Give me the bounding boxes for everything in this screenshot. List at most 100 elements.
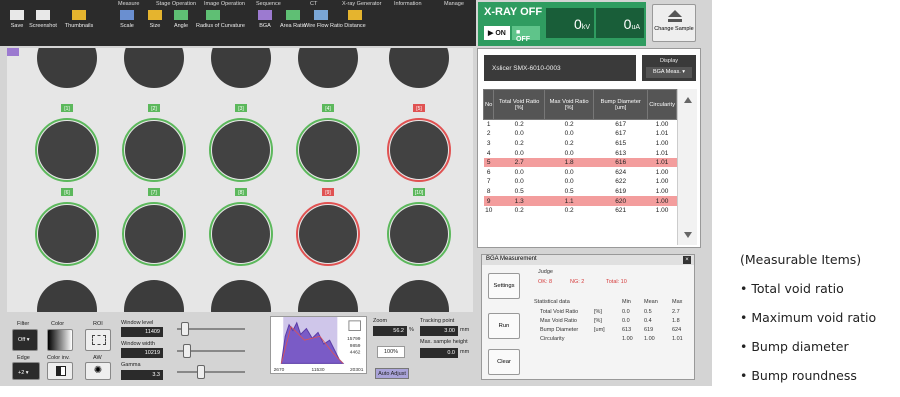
window-level-thumb[interactable] bbox=[181, 322, 189, 336]
color-inv-button[interactable] bbox=[47, 362, 73, 380]
toolbar-button-1[interactable]: Screenshot bbox=[26, 10, 60, 29]
histogram[interactable]: 2670 11530 20301 1579998594462 bbox=[270, 316, 367, 374]
tracking-point-label: Tracking point bbox=[420, 318, 455, 324]
toolbar-button-9[interactable]: Wire Flow Ratio bbox=[304, 10, 343, 29]
toolbar-label: Distance bbox=[344, 23, 366, 29]
window-width-thumb[interactable] bbox=[183, 344, 191, 358]
scroll-up-icon[interactable] bbox=[684, 97, 692, 103]
ua-meter[interactable]: 0uA bbox=[596, 8, 644, 38]
table-row[interactable]: 6 0.0 0.0 624 1.00 bbox=[483, 167, 677, 178]
menu-4[interactable]: CT bbox=[310, 1, 317, 7]
histogram-label: 2670 bbox=[274, 367, 285, 373]
zoom-label: Zoom bbox=[373, 318, 388, 324]
filter-button[interactable]: Off ▾ bbox=[12, 329, 38, 351]
column-header: Circularity bbox=[647, 89, 677, 120]
stat-cell: 1.00 bbox=[644, 336, 655, 342]
toolbar-label: Screenshot bbox=[29, 23, 57, 29]
table-cell: 1.00 bbox=[647, 138, 677, 149]
menu-6[interactable]: Information bbox=[394, 1, 422, 7]
change-sample-button[interactable]: Change Sample bbox=[652, 4, 696, 42]
max-height-label: Max. sample height bbox=[420, 339, 468, 345]
stat-cell: 0.0 bbox=[622, 318, 630, 324]
table-cell: 613 bbox=[593, 148, 648, 158]
toolbar-label: Angle bbox=[173, 23, 189, 29]
table-row[interactable]: 9 1.3 1.1 620 1.00 bbox=[483, 196, 677, 206]
edge-button[interactable]: +2 ▾ bbox=[12, 362, 40, 380]
table-cell: 8 bbox=[483, 186, 494, 197]
table-row[interactable]: 7 0.0 0.0 622 1.00 bbox=[483, 177, 677, 187]
size-icon bbox=[148, 10, 162, 20]
zoom-value[interactable]: 56.2 bbox=[373, 326, 407, 336]
xray-on-button[interactable]: ▶ ON bbox=[484, 26, 510, 40]
aw-label: AW bbox=[93, 355, 102, 361]
stat-cell: Max Void Ratio bbox=[540, 318, 577, 324]
table-row[interactable]: 8 0.5 0.5 619 1.00 bbox=[483, 186, 677, 197]
window-width-value[interactable]: 10219 bbox=[121, 348, 163, 358]
gamma-thumb[interactable] bbox=[197, 365, 205, 379]
clear-button[interactable]: Clear bbox=[488, 349, 520, 375]
menu-0[interactable]: Measure bbox=[118, 1, 139, 7]
toolbar-button-10[interactable]: Distance bbox=[338, 10, 372, 29]
sun-icon: ✺ bbox=[93, 365, 103, 376]
max-height-value[interactable]: 0.0 bbox=[420, 348, 458, 358]
xray-image[interactable]: [1] [2] [3] [4] [5] [6] [7] [8] [9] [10] bbox=[7, 48, 473, 312]
table-cell: 7 bbox=[483, 177, 494, 187]
scale-icon bbox=[120, 10, 134, 20]
table-row[interactable]: 10 0.2 0.2 621 1.00 bbox=[483, 205, 677, 216]
display-selector[interactable]: Display BGA Meas. ▾ bbox=[642, 55, 696, 81]
table-cell: 0.5 bbox=[493, 186, 545, 197]
table-cell: 0.2 bbox=[493, 119, 545, 130]
run-button[interactable]: Run bbox=[488, 313, 520, 339]
table-row[interactable]: 3 0.2 0.2 615 1.00 bbox=[483, 138, 677, 149]
table-cell: 0.0 bbox=[493, 177, 545, 187]
toolbar-label: Radius of Curvature bbox=[196, 23, 245, 29]
close-icon[interactable]: × bbox=[683, 256, 691, 264]
xray-control: X-RAY OFF ▶ ON ■ OFF 0kV 0uA bbox=[478, 2, 646, 46]
stat-cell: 0.5 bbox=[644, 309, 652, 315]
roi-button[interactable] bbox=[85, 329, 111, 351]
menu-2[interactable]: Image Operation bbox=[204, 1, 245, 7]
toolbar-button-2[interactable]: Thumbnails bbox=[62, 10, 96, 29]
scroll-down-icon[interactable] bbox=[684, 232, 692, 238]
gamma-slider[interactable] bbox=[177, 371, 245, 373]
menu-1[interactable]: Stage Operation bbox=[156, 1, 196, 7]
roi-icon bbox=[92, 335, 106, 345]
toolbar-button-5[interactable]: Angle bbox=[164, 10, 198, 29]
histogram-label: 15799 bbox=[347, 336, 361, 342]
auto-window-button[interactable]: ✺ bbox=[85, 362, 111, 380]
menu-7[interactable]: Manage bbox=[444, 1, 464, 7]
stat-cell: [%] bbox=[594, 309, 602, 315]
table-row[interactable]: 5 2.7 1.8 616 1.01 bbox=[483, 157, 677, 168]
measurable-items-legend: (Measurable Items) • Total void ratio • Ma… bbox=[740, 252, 900, 397]
xray-off-button[interactable]: ■ OFF bbox=[512, 26, 540, 43]
table-cell: 0.2 bbox=[493, 138, 545, 149]
statistical-data-label: Statistical data bbox=[534, 299, 570, 305]
table-row[interactable]: 2 0.0 0.0 617 1.01 bbox=[483, 129, 677, 139]
menu-3[interactable]: Sequence bbox=[256, 1, 281, 7]
menu-5[interactable]: X-ray Generator bbox=[342, 1, 381, 7]
gamma-value[interactable]: 3.3 bbox=[121, 370, 163, 380]
auto-adjust-button[interactable]: Auto Adjust bbox=[375, 368, 409, 379]
histogram-settings-icon[interactable] bbox=[348, 320, 361, 331]
toolbar-button-6[interactable]: Radius of Curvature bbox=[196, 10, 245, 29]
table-row[interactable]: 1 0.2 0.2 617 1.00 bbox=[483, 119, 677, 130]
bump-label: [10] bbox=[415, 190, 424, 196]
table-cell: 1.1 bbox=[544, 196, 594, 206]
window-level-value[interactable]: 11409 bbox=[121, 327, 163, 337]
zoom-100-button[interactable]: 100% bbox=[377, 346, 405, 358]
table-cell: 0.0 bbox=[493, 148, 545, 158]
settings-button[interactable]: Settings bbox=[488, 273, 520, 299]
color-button[interactable] bbox=[47, 329, 73, 351]
wire-flow-icon bbox=[314, 10, 328, 20]
table-scrollbar[interactable] bbox=[677, 89, 697, 245]
gamma-label: Gamma bbox=[121, 362, 141, 368]
table-cell: 624 bbox=[593, 167, 648, 178]
display-dropdown[interactable]: BGA Meas. ▾ bbox=[646, 67, 692, 78]
ok-count: OK: 8 bbox=[538, 279, 553, 285]
tracking-point-value[interactable]: 3.00 bbox=[420, 326, 458, 336]
legend-item: • Bump diameter bbox=[740, 339, 849, 354]
legend-heading: (Measurable Items) bbox=[740, 252, 862, 267]
kv-meter[interactable]: 0kV bbox=[546, 8, 594, 38]
filter-label: Filter bbox=[17, 321, 30, 327]
table-row[interactable]: 4 0.0 0.0 613 1.01 bbox=[483, 148, 677, 158]
